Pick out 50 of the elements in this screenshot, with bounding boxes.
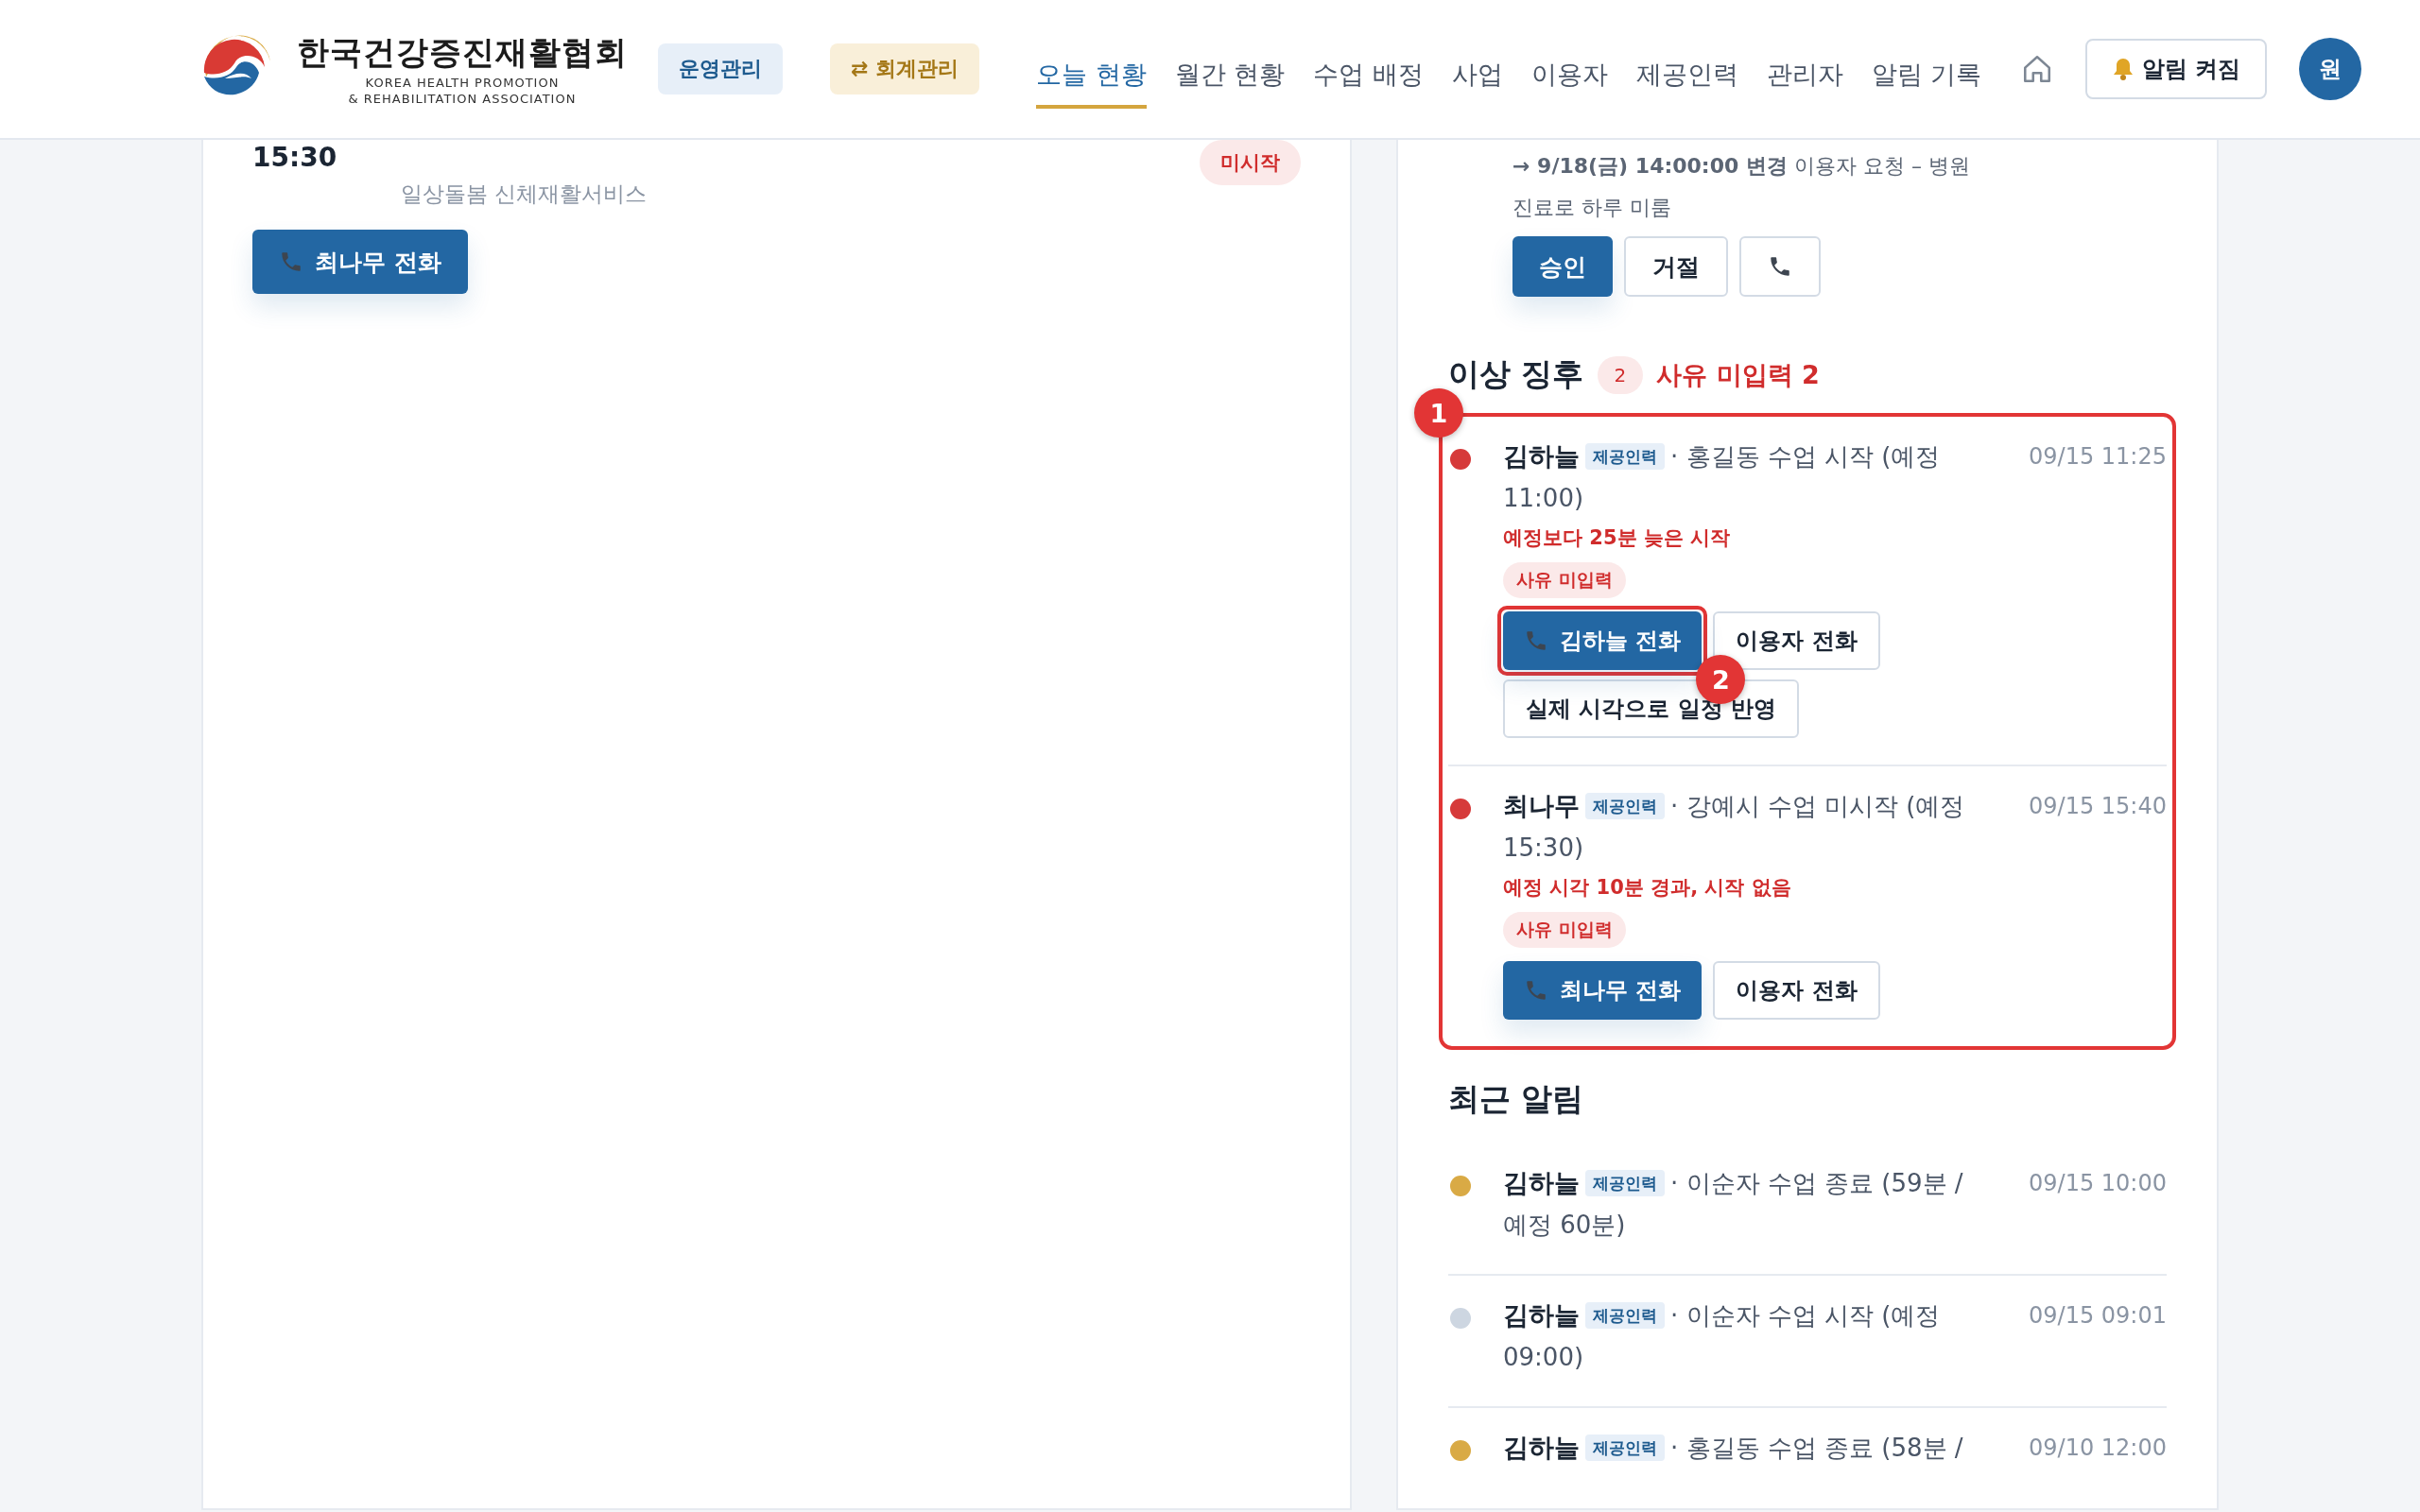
reason-badge: 사유 미입력 xyxy=(1503,562,1626,598)
count-badge: 2 xyxy=(1597,355,1644,394)
org-subtitle: KOREA HEALTH PROMOTION xyxy=(364,75,561,91)
nav-tab[interactable]: 알림 기록 xyxy=(1871,44,1982,109)
phone-icon xyxy=(1524,628,1548,653)
mode-button[interactable]: 운영관리 xyxy=(658,43,783,94)
timestamp: 09/15 15:40 xyxy=(2029,793,2167,821)
action-button[interactable]: 이용자 전화 xyxy=(1713,611,1880,670)
role-tag: 제공인력 xyxy=(1585,1435,1665,1461)
bell-icon xyxy=(2111,57,2135,81)
role-tag: 제공인력 xyxy=(1585,1170,1665,1196)
role-tag: 제공인력 xyxy=(1585,793,1665,819)
step-marker: 1 xyxy=(1414,388,1463,438)
nav-tab[interactable]: 월간 현황 xyxy=(1174,44,1286,109)
role-tag: 제공인력 xyxy=(1585,443,1665,470)
phone-icon xyxy=(279,249,303,274)
nav-tab[interactable]: 관리자 xyxy=(1766,44,1843,109)
mode-button[interactable]: ⇄ 회계관리 xyxy=(830,43,980,94)
nav-tab[interactable]: 제공인력 xyxy=(1635,44,1738,109)
phone-icon xyxy=(1768,254,1792,279)
call-button[interactable]: 김하늘 전화 xyxy=(1503,611,1703,670)
nav-tab[interactable]: 사업 xyxy=(1451,44,1503,109)
timestamp: 09/15 10:00 xyxy=(2029,1170,2167,1198)
nav-tab[interactable]: 오늘 현황 xyxy=(1036,44,1147,109)
user-avatar[interactable]: 원 xyxy=(2299,38,2361,100)
org-name: 한국건강증진재활협회 xyxy=(297,32,628,73)
call-button[interactable]: 최나무 전화 xyxy=(252,230,468,294)
phone-icon xyxy=(1524,978,1548,1003)
call-button[interactable] xyxy=(1739,236,1821,297)
missing-reason-count: 사유 미입력 2 xyxy=(1656,358,1820,391)
status-badge: 미시작 xyxy=(1200,140,1301,185)
reason-badge: 사유 미입력 xyxy=(1503,912,1626,948)
role-tag: 제공인력 xyxy=(1585,1302,1665,1329)
section-title: 최근 알림 xyxy=(1448,1079,1585,1119)
alert-button[interactable]: 알림 켜짐 xyxy=(2084,39,2267,99)
org-subtitle: & REHABILITATION ASSOCIATION xyxy=(347,91,578,107)
schedule-time: 15:30 xyxy=(252,142,338,173)
timestamp: 09/15 11:25 xyxy=(2029,443,2167,472)
nav-tab[interactable]: 수업 배정 xyxy=(1313,44,1424,109)
service-name: 일상돌봄 신체재활서비스 xyxy=(401,180,648,208)
warning-text: 예정보다 25분 늦은 시작 xyxy=(1503,525,1732,551)
change-request-text: → 9/18(금) 14:00:00 변경 이용자 요청 – 병원 진료로 하루 미룸 xyxy=(1512,153,1971,221)
timestamp: 09/10 12:00 xyxy=(2029,1435,2167,1463)
nav-tab[interactable]: 이용자 xyxy=(1530,44,1608,109)
warning-text: 예정 시각 10분 경과, 시작 없음 xyxy=(1503,875,1792,901)
action-button[interactable]: 이용자 전화 xyxy=(1713,961,1880,1020)
reject-button[interactable]: 거절 xyxy=(1624,236,1728,297)
approve-button[interactable]: 승인 xyxy=(1512,236,1613,297)
timestamp: 09/15 09:01 xyxy=(2029,1302,2167,1331)
call-button[interactable]: 최나무 전화 xyxy=(1503,961,1703,1020)
